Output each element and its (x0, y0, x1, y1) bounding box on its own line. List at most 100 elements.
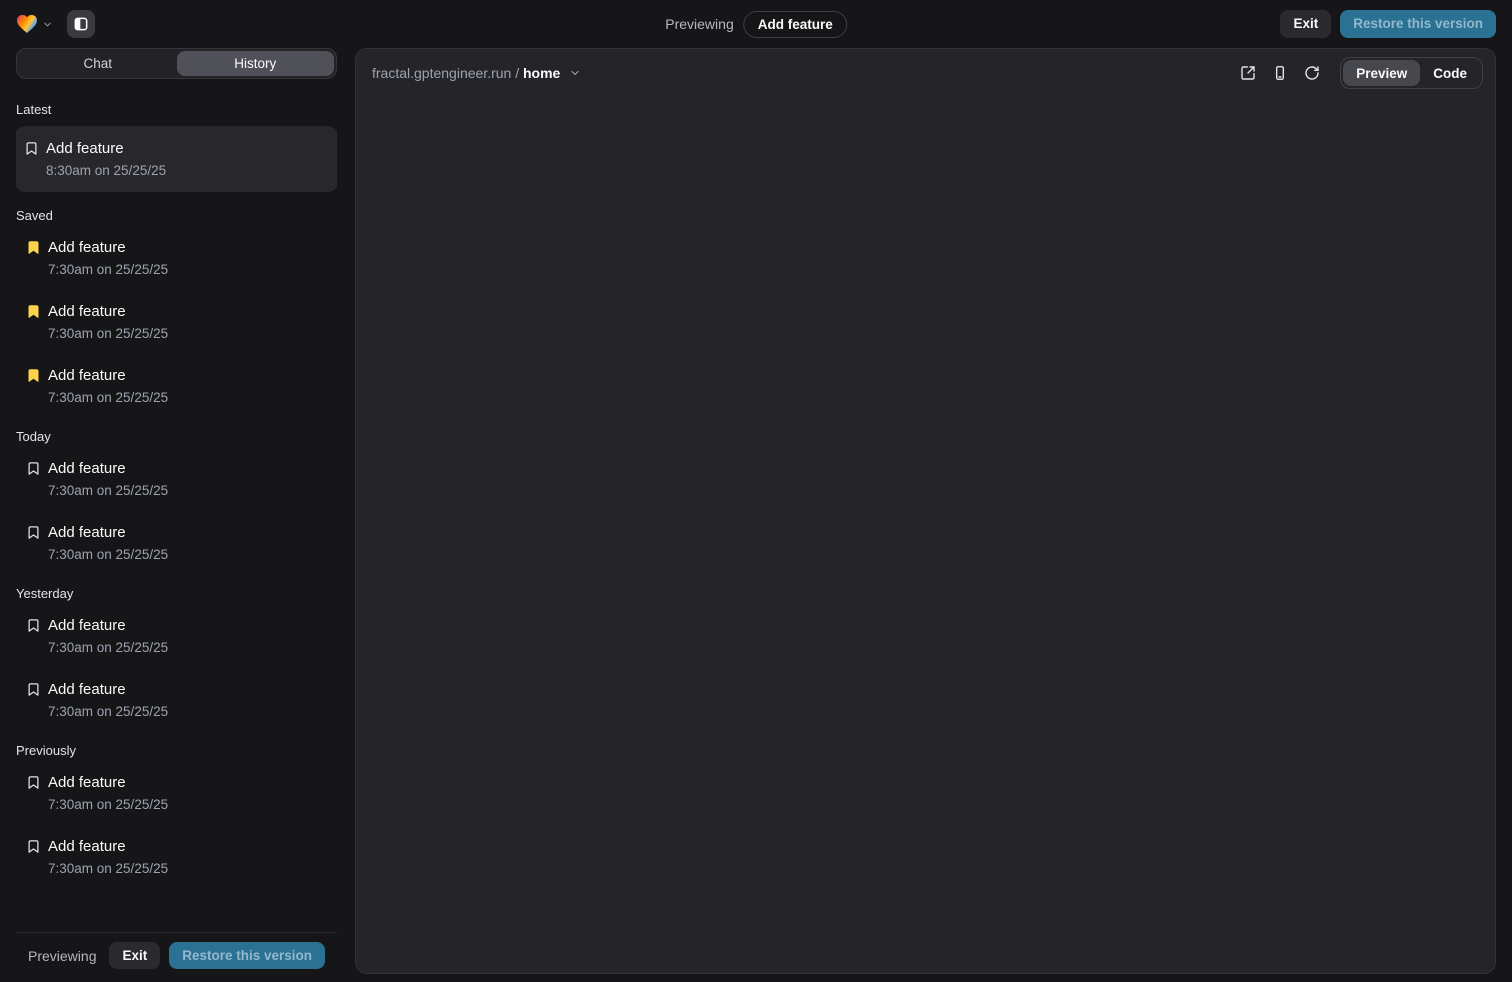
preview-panel: fractal.gptengineer.run / home (355, 48, 1496, 974)
tab-chat[interactable]: Chat (19, 51, 177, 76)
history-item[interactable]: Add feature 7:30am on 25/25/25 (16, 458, 337, 500)
history-item-text: Add feature 7:30am on 25/25/25 (48, 301, 168, 343)
history-item-text: Add feature 7:30am on 25/25/25 (48, 615, 168, 657)
panel-left-icon (73, 16, 89, 32)
restore-version-button[interactable]: Restore this version (1340, 10, 1496, 38)
preview-controls: Preview Code (1234, 57, 1483, 89)
chevron-down-icon (569, 67, 581, 79)
section-items: Add feature 8:30am on 25/25/25 (16, 126, 337, 192)
history-item-timestamp: 8:30am on 25/25/25 (46, 162, 166, 180)
history-item[interactable]: Add feature 7:30am on 25/25/25 (16, 836, 337, 878)
topbar-right: Exit Restore this version (1280, 10, 1496, 38)
history-item[interactable]: Add feature 7:30am on 25/25/25 (16, 301, 337, 343)
tab-preview[interactable]: Preview (1343, 60, 1420, 86)
footer-previewing-label: Previewing (28, 948, 100, 964)
history-item-text: Add feature 7:30am on 25/25/25 (48, 365, 168, 407)
bookmark-icon (26, 682, 41, 697)
preview-url-selector[interactable]: fractal.gptengineer.run / home (372, 65, 581, 81)
history-item[interactable]: Add feature 7:30am on 25/25/25 (16, 615, 337, 657)
history-item-timestamp: 7:30am on 25/25/25 (48, 860, 168, 878)
sidebar-footer: Previewing Exit Restore this version (16, 932, 337, 982)
history-item-text: Add feature 7:30am on 25/25/25 (48, 772, 168, 814)
preview-url-prefix: fractal.gptengineer.run / home (372, 65, 560, 81)
bookmark-icon (26, 304, 41, 319)
history-item-title: Add feature (46, 138, 166, 159)
history-item[interactable]: Add feature 7:30am on 25/25/25 (16, 522, 337, 564)
bookmark-icon (24, 141, 39, 156)
history-item-timestamp: 7:30am on 25/25/25 (48, 639, 168, 657)
bookmark-icon (26, 368, 41, 383)
history-section: Saved Add feature 7:30am on 25/25/25 Add (16, 208, 337, 407)
history-item-title: Add feature (48, 679, 168, 700)
history-item-timestamp: 7:30am on 25/25/25 (48, 703, 168, 721)
section-items: Add feature 7:30am on 25/25/25 Add featu… (16, 458, 337, 564)
tab-code[interactable]: Code (1420, 60, 1480, 86)
section-title: Latest (16, 102, 337, 117)
section-title: Saved (16, 208, 337, 223)
history-item-text: Add feature 7:30am on 25/25/25 (48, 237, 168, 279)
previewing-label: Previewing (665, 16, 733, 32)
tab-history[interactable]: History (177, 51, 335, 76)
refresh-icon (1304, 65, 1320, 81)
history-item-timestamp: 7:30am on 25/25/25 (48, 389, 168, 407)
section-title: Today (16, 429, 337, 444)
topbar: Previewing Add feature Exit Restore this… (0, 0, 1512, 48)
preview-url-page: home (523, 65, 560, 81)
lovable-heart-icon (16, 14, 38, 34)
refresh-button[interactable] (1298, 59, 1326, 87)
bookmark-icon (26, 240, 41, 255)
history-item-timestamp: 7:30am on 25/25/25 (48, 482, 168, 500)
app-menu-button[interactable] (16, 14, 53, 34)
version-badge[interactable]: Add feature (744, 11, 847, 38)
history-item-timestamp: 7:30am on 25/25/25 (48, 261, 168, 279)
history-section: Today Add feature 7:30am on 25/25/25 Add (16, 429, 337, 564)
mobile-icon (1272, 65, 1288, 81)
topbar-center: Previewing Add feature (665, 0, 847, 48)
history-item[interactable]: Add feature 7:30am on 25/25/25 (16, 365, 337, 407)
history-item-timestamp: 7:30am on 25/25/25 (48, 796, 168, 814)
preview-code-tabs: Preview Code (1340, 57, 1483, 89)
history-item-title: Add feature (48, 836, 168, 857)
history-item-timestamp: 7:30am on 25/25/25 (48, 546, 168, 564)
section-title: Previously (16, 743, 337, 758)
bookmark-icon (26, 525, 41, 540)
history-item-text: Add feature 7:30am on 25/25/25 (48, 679, 168, 721)
preview-header: fractal.gptengineer.run / home (356, 49, 1495, 97)
section-title: Yesterday (16, 586, 337, 601)
history-item-title: Add feature (48, 522, 168, 543)
history-item-title: Add feature (48, 365, 168, 386)
bookmark-icon (26, 461, 41, 476)
history-item[interactable]: Add feature 7:30am on 25/25/25 (16, 679, 337, 721)
topbar-left (16, 10, 95, 38)
history-item-title: Add feature (48, 615, 168, 636)
history-item-text: Add feature 7:30am on 25/25/25 (48, 458, 168, 500)
section-items: Add feature 7:30am on 25/25/25 Add featu… (16, 615, 337, 721)
history-item[interactable]: Add feature 8:30am on 25/25/25 (16, 126, 337, 192)
history-section: Latest Add feature 8:30am on 25/25/25 (16, 102, 337, 192)
footer-restore-button[interactable]: Restore this version (169, 942, 325, 970)
history-list: Latest Add feature 8:30am on 25/25/25 Sa… (16, 79, 337, 932)
history-section: Previously Add feature 7:30am on 25/25/2… (16, 743, 337, 878)
chevron-down-icon (42, 19, 53, 30)
footer-exit-button[interactable]: Exit (109, 942, 160, 970)
sidebar-toggle-button[interactable] (67, 10, 95, 38)
history-item-title: Add feature (48, 301, 168, 322)
history-section: Yesterday Add feature 7:30am on 25/25/25 (16, 586, 337, 721)
sidebar: Chat History Latest Add feature 8:30am o… (16, 48, 337, 982)
mobile-view-button[interactable] (1266, 59, 1294, 87)
preview-viewport[interactable] (356, 97, 1495, 973)
bookmark-icon (26, 618, 41, 633)
sidebar-tabs: Chat History (16, 48, 337, 79)
external-link-icon (1240, 65, 1256, 81)
bookmark-icon (26, 839, 41, 854)
section-items: Add feature 7:30am on 25/25/25 Add featu… (16, 772, 337, 878)
exit-button[interactable]: Exit (1280, 10, 1331, 38)
history-item-text: Add feature 7:30am on 25/25/25 (48, 836, 168, 878)
open-external-button[interactable] (1234, 59, 1262, 87)
history-item-text: Add feature 7:30am on 25/25/25 (48, 522, 168, 564)
history-item[interactable]: Add feature 7:30am on 25/25/25 (16, 237, 337, 279)
history-item-text: Add feature 8:30am on 25/25/25 (46, 138, 166, 180)
section-items: Add feature 7:30am on 25/25/25 Add featu… (16, 237, 337, 407)
history-item[interactable]: Add feature 7:30am on 25/25/25 (16, 772, 337, 814)
history-item-title: Add feature (48, 458, 168, 479)
